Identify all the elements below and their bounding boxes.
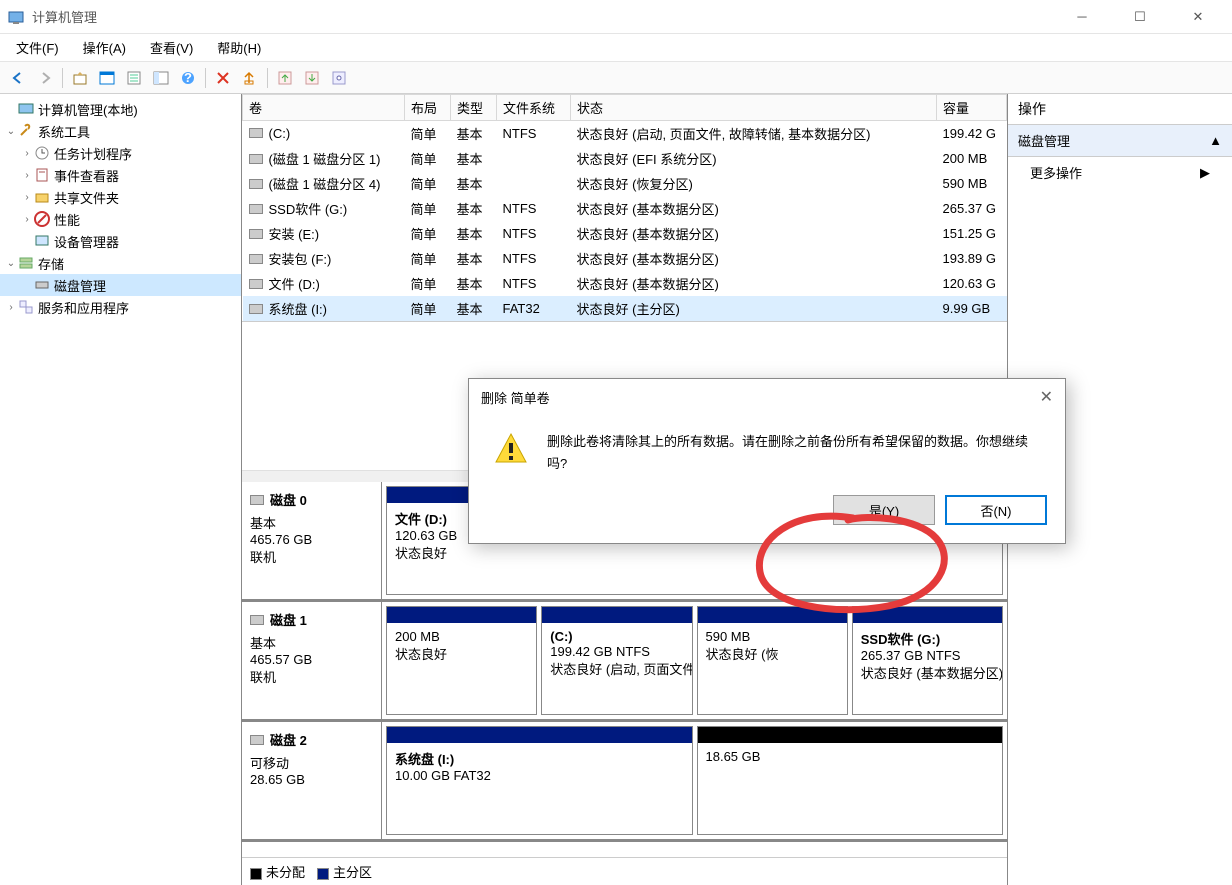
properties-button[interactable] [122, 66, 146, 90]
computer-icon [18, 101, 34, 117]
refresh-button[interactable] [238, 66, 262, 90]
collapse-icon: ▲ [1209, 133, 1222, 148]
services-icon [18, 299, 34, 315]
tools-icon [18, 123, 34, 139]
clock-icon [34, 145, 50, 161]
table-row[interactable]: SSD软件 (G:)简单基本NTFS状态良好 (基本数据分区)265.37 G [243, 196, 1007, 221]
table-row[interactable]: (磁盘 1 磁盘分区 1)简单基本状态良好 (EFI 系统分区)200 MB [243, 146, 1007, 171]
up-button[interactable] [68, 66, 92, 90]
device-icon [34, 233, 50, 249]
chevron-right-icon: ▶ [1200, 165, 1210, 181]
disk-mgmt-icon [34, 277, 50, 293]
col-volume[interactable]: 卷 [243, 95, 405, 121]
partition[interactable]: SSD软件 (G:)265.37 GB NTFS状态良好 (基本数据分区) [852, 606, 1003, 715]
dialog-close-button[interactable]: ✕ [1040, 387, 1053, 407]
volume-icon [249, 204, 263, 214]
col-capacity[interactable]: 容量 [937, 95, 1007, 121]
view-bottom-button[interactable] [300, 66, 324, 90]
table-row[interactable]: (磁盘 1 磁盘分区 4)简单基本状态良好 (恢复分区)590 MB [243, 171, 1007, 196]
table-row[interactable]: 安装 (E:)简单基本NTFS状态良好 (基本数据分区)151.25 G [243, 221, 1007, 246]
menu-action[interactable]: 操作(A) [73, 34, 136, 61]
partition[interactable]: 系统盘 (I:)10.00 GB FAT32 [386, 726, 693, 835]
storage-icon [18, 255, 34, 271]
tree-shared-folders[interactable]: 共享文件夹 [54, 188, 119, 207]
col-type[interactable]: 类型 [451, 95, 497, 121]
partition[interactable]: 200 MB状态良好 [386, 606, 537, 715]
disk-icon [250, 735, 264, 745]
tree-storage[interactable]: 存储 [38, 254, 64, 273]
dialog-yes-button[interactable]: 是(Y) [833, 495, 935, 525]
menu-bar: 文件(F) 操作(A) 查看(V) 帮助(H) [0, 34, 1232, 62]
tree-disk-management[interactable]: 磁盘管理 [54, 276, 106, 295]
volume-icon [249, 279, 263, 289]
menu-help[interactable]: 帮助(H) [207, 34, 271, 61]
help-button[interactable]: ? [176, 66, 200, 90]
table-row[interactable]: (C:)简单基本NTFS状态良好 (启动, 页面文件, 故障转储, 基本数据分区… [243, 121, 1007, 147]
dialog-title: 删除 简单卷 [481, 388, 550, 407]
window-minimize-button[interactable]: ─ [1062, 3, 1102, 31]
volume-icon [249, 304, 263, 314]
partition[interactable]: 590 MB状态良好 (恢 [697, 606, 848, 715]
window-close-button[interactable]: ✕ [1178, 3, 1218, 31]
event-icon [34, 167, 50, 183]
disk-icon [250, 495, 264, 505]
tree-root[interactable]: 计算机管理(本地) [38, 100, 138, 119]
actions-more[interactable]: 更多操作 ▶ [1008, 157, 1232, 188]
dialog-message: 删除此卷将清除其上的所有数据。请在删除之前备份所有希望保留的数据。你想继续吗? [547, 431, 1041, 475]
col-fs[interactable]: 文件系统 [497, 95, 571, 121]
app-icon [8, 9, 24, 25]
legend-primary: 主分区 [333, 865, 372, 880]
dialog-no-button[interactable]: 否(N) [945, 495, 1047, 525]
shared-icon [34, 189, 50, 205]
menu-view[interactable]: 查看(V) [140, 34, 203, 61]
partition[interactable]: (C:)199.42 GB NTFS状态良好 (启动, 页面文件, [541, 606, 692, 715]
volume-table[interactable]: 卷 布局 类型 文件系统 状态 容量 (C:)简单基本NTFS状态良好 (启动,… [242, 94, 1007, 321]
nav-back-button[interactable] [6, 66, 30, 90]
delete-button[interactable] [211, 66, 235, 90]
settings-button[interactable] [327, 66, 351, 90]
list-button[interactable] [149, 66, 173, 90]
tree-system-tools[interactable]: 系统工具 [38, 122, 90, 141]
delete-volume-dialog: 删除 简单卷 ✕ 删除此卷将清除其上的所有数据。请在删除之前备份所有希望保留的数… [468, 378, 1066, 544]
col-layout[interactable]: 布局 [405, 95, 451, 121]
table-row[interactable]: 系统盘 (I:)简单基本FAT32状态良好 (主分区)9.99 GB [243, 296, 1007, 321]
tree-services[interactable]: 服务和应用程序 [38, 298, 129, 317]
tree-task-scheduler[interactable]: 任务计划程序 [54, 144, 132, 163]
actions-header: 操作 [1008, 94, 1232, 125]
volume-icon [249, 128, 263, 138]
volume-icon [249, 254, 263, 264]
perf-icon [34, 211, 50, 227]
menu-file[interactable]: 文件(F) [6, 34, 69, 61]
toolbar: ? [0, 62, 1232, 94]
disk-icon [250, 615, 264, 625]
nav-forward-button[interactable] [33, 66, 57, 90]
volume-icon [249, 229, 263, 239]
volume-icon [249, 179, 263, 189]
legend-unallocated: 未分配 [266, 865, 305, 880]
show-hide-tree-button[interactable] [95, 66, 119, 90]
navigation-tree[interactable]: 计算机管理(本地) ⌄系统工具 ›任务计划程序 ›事件查看器 ›共享文件夹 ›性… [0, 94, 242, 885]
window-titlebar: 计算机管理 ─ ☐ ✕ [0, 0, 1232, 34]
col-status[interactable]: 状态 [571, 95, 937, 121]
svg-text:?: ? [184, 70, 192, 85]
tree-performance[interactable]: 性能 [54, 210, 80, 229]
volume-icon [249, 154, 263, 164]
window-title: 计算机管理 [32, 7, 1062, 26]
disk-legend: 未分配 主分区 [242, 857, 1007, 885]
view-top-button[interactable] [273, 66, 297, 90]
tree-event-viewer[interactable]: 事件查看器 [54, 166, 119, 185]
table-row[interactable]: 安装包 (F:)简单基本NTFS状态良好 (基本数据分区)193.89 G [243, 246, 1007, 271]
tree-device-manager[interactable]: 设备管理器 [54, 232, 119, 251]
warning-icon [493, 431, 529, 475]
disk-row[interactable]: 磁盘 2可移动28.65 GB系统盘 (I:)10.00 GB FAT3218.… [242, 722, 1007, 842]
table-row[interactable]: 文件 (D:)简单基本NTFS状态良好 (基本数据分区)120.63 G [243, 271, 1007, 296]
actions-section[interactable]: 磁盘管理 ▲ [1008, 125, 1232, 157]
window-maximize-button[interactable]: ☐ [1120, 3, 1160, 31]
disk-row[interactable]: 磁盘 1基本465.57 GB联机200 MB状态良好(C:)199.42 GB… [242, 602, 1007, 722]
partition[interactable]: 18.65 GB [697, 726, 1004, 835]
